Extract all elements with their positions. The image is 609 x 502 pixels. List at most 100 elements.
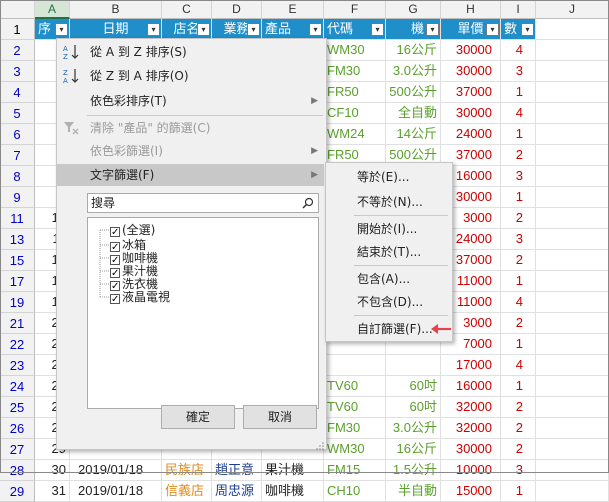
cell[interactable] [536,103,609,124]
filter-item[interactable]: ✓ 液晶電視 [110,290,170,305]
column-header-g[interactable]: G [386,0,441,19]
row-header[interactable]: 23 [0,355,35,376]
text-filters[interactable]: 文字篩選(F) ▶ [57,164,324,186]
row-header[interactable]: 15 [0,250,35,271]
cell[interactable] [386,355,441,376]
cell[interactable]: 1 [501,271,536,292]
filter-item[interactable]: ✓ 咖啡機 [110,251,158,266]
cell[interactable]: 1 [501,376,536,397]
cell[interactable]: 32000 [441,418,501,439]
cell[interactable]: 31 [35,481,70,502]
cell[interactable]: 半自動 [386,481,441,502]
cell[interactable]: 信義店 [162,481,212,502]
filter-search-input[interactable]: 搜尋 [87,193,319,213]
row-header[interactable]: 11 [0,208,35,229]
sort-a-to-z[interactable]: AZ 從 A 到 Z 排序(S) [57,41,324,63]
ok-button[interactable]: 確定 [161,405,235,429]
row-header-1[interactable]: 1 [0,19,35,40]
cell[interactable]: 2 [501,439,536,460]
filter-item-select-all[interactable]: ✓ (全選) [110,223,155,238]
cell[interactable]: 3.0公升 [386,61,441,82]
row-header[interactable]: 13 [0,229,35,250]
cell[interactable] [536,292,609,313]
cell[interactable]: CF10 [324,103,386,124]
cell[interactable]: FM15 [324,460,386,481]
filter-item[interactable]: ✓ 冰箱 [110,238,146,253]
column-header-c[interactable]: C [162,0,212,19]
column-header-d[interactable]: D [212,0,262,19]
cell[interactable] [536,19,609,40]
cell[interactable] [536,124,609,145]
cell[interactable]: FR50 [324,82,386,103]
row-header[interactable]: 6 [0,124,35,145]
cell[interactable]: 4 [501,103,536,124]
cell[interactable]: 果汁機 [262,460,324,481]
filter-dropdown-b[interactable]: ▾ [147,23,160,36]
filter-dropdown-c[interactable]: ▾ [197,23,210,36]
filter-dropdown-e[interactable]: ▾ [309,23,322,36]
cell[interactable]: 咖啡機 [262,481,324,502]
cell[interactable] [536,355,609,376]
row-header[interactable]: 22 [0,334,35,355]
cell[interactable] [324,355,386,376]
cell[interactable] [536,418,609,439]
row-header[interactable]: 2 [0,40,35,61]
sort-by-color[interactable]: 依色彩排序(T) ▶ [57,90,324,112]
cell[interactable]: 1 [501,187,536,208]
cell[interactable] [536,481,609,502]
cell[interactable]: 1 [501,82,536,103]
cell[interactable]: 37000 [441,82,501,103]
row-header[interactable]: 21 [0,313,35,334]
resize-grip-icon[interactable] [316,439,324,450]
cell[interactable]: 2 [501,208,536,229]
filter-not-contains[interactable]: 不包含(D)... [326,291,450,313]
cell[interactable]: 16公斤 [386,40,441,61]
cell[interactable] [536,250,609,271]
row-header[interactable]: 5 [0,103,35,124]
filter-item[interactable]: ✓ 洗衣機 [110,277,158,292]
cell[interactable] [536,271,609,292]
filter-by-color[interactable]: 依色彩篩選(I) ▶ [57,140,324,162]
cell[interactable]: 30000 [441,40,501,61]
cell[interactable]: FM30 [324,61,386,82]
cell[interactable]: 3 [501,61,536,82]
cell[interactable]: 2 [501,397,536,418]
cell[interactable]: WM24 [324,124,386,145]
cell[interactable]: 1 [501,124,536,145]
cell[interactable]: 3 [501,460,536,481]
clear-filter[interactable]: 清除 "產品" 的篩選(C) [57,117,324,139]
cell[interactable]: 2 [501,418,536,439]
column-header-i[interactable]: I [501,0,536,19]
cell[interactable]: TV60 [324,397,386,418]
cell[interactable]: 1 [501,481,536,502]
cell[interactable] [536,208,609,229]
filter-item[interactable]: ✓ 果汁機 [110,264,158,279]
sort-z-to-a[interactable]: ZA 從 Z 到 A 排序(O) [57,65,324,87]
cell[interactable]: 10000 [441,460,501,481]
cell[interactable]: 2 [501,250,536,271]
cell[interactable] [536,439,609,460]
cell[interactable]: TV60 [324,376,386,397]
filter-dropdown-a[interactable]: ▾ [55,23,68,36]
cell[interactable]: 4 [501,355,536,376]
cell[interactable]: 2019/01/18 [70,481,162,502]
column-header-h[interactable]: H [441,0,501,19]
filter-equals[interactable]: 等於(E)... [326,166,450,188]
cell[interactable]: 60吋 [386,376,441,397]
cell[interactable]: 14公斤 [386,124,441,145]
cell[interactable]: 16公斤 [386,439,441,460]
cell[interactable] [536,166,609,187]
cell[interactable]: 16000 [441,376,501,397]
select-all-corner[interactable] [0,0,35,19]
row-header[interactable]: 29 [0,481,35,502]
cell[interactable]: FM30 [324,418,386,439]
cell[interactable]: 30000 [441,61,501,82]
cell[interactable] [536,229,609,250]
cell[interactable] [536,187,609,208]
cell[interactable]: 1.5公升 [386,460,441,481]
filter-dropdown-i[interactable]: ▾ [521,23,534,36]
cell[interactable]: 2019/01/18 [70,460,162,481]
cell[interactable] [536,82,609,103]
filter-dropdown-f[interactable]: ▾ [371,23,384,36]
cell[interactable]: 30000 [441,439,501,460]
